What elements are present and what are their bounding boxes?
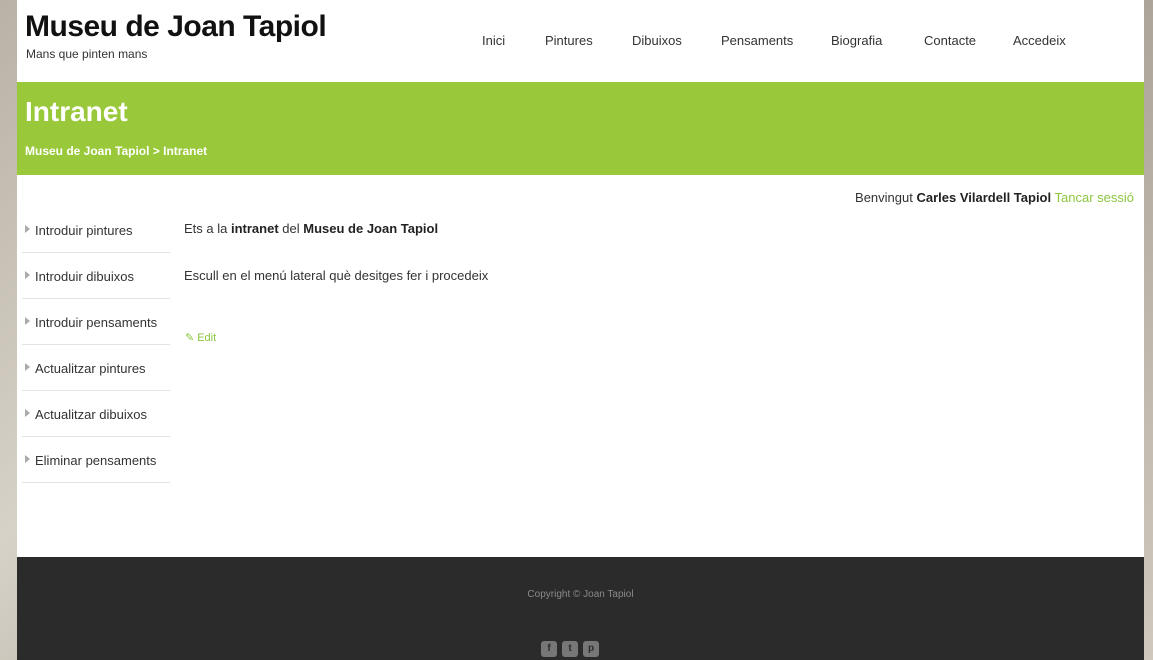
sidebar-item-label: Introduir pintures [35,223,133,238]
sidebar-item-actualitzar-pintures[interactable]: Actualitzar pintures [22,345,170,391]
nav-inici[interactable]: Inici [482,33,505,48]
sidebar-item-label: Eliminar pensaments [35,453,157,468]
sidebar-item-label: Introduir dibuixos [35,269,134,284]
caret-right-icon [25,225,30,233]
user-name: Carles Vilardell Tapiol [916,190,1052,205]
intro-text: Ets a la intranet del Museu de Joan Tapi… [184,221,438,236]
sidebar-item-actualitzar-dibuixos[interactable]: Actualitzar dibuixos [22,391,170,437]
sidebar-item-introduir-pintures[interactable]: Introduir pintures [22,207,170,253]
caret-right-icon [25,363,30,371]
instruction-text: Escull en el menú lateral què desitges f… [184,268,489,283]
sidebar-item-label: Actualitzar pintures [35,361,146,376]
sidebar-item-label: Introduir pensaments [35,315,158,330]
caret-right-icon [25,455,30,463]
site-tagline: Mans que pinten mans [26,47,148,61]
page: Museu de Joan Tapiol Mans que pinten man… [17,0,1144,660]
pencil-icon: ✎ [185,332,195,344]
sidebar-item-introduir-pensaments[interactable]: Introduir pensaments [22,299,170,345]
page-title-band: Intranet Museu de Joan Tapiol > Intranet [17,82,1144,175]
twitter-icon[interactable]: t [562,641,578,657]
sidebar-item-introduir-dibuixos[interactable]: Introduir dibuixos [22,253,170,299]
site-footer: Copyright © Joan Tapiol ftp [17,557,1144,660]
main-content: Ets a la intranet del Museu de Joan Tapi… [184,221,488,283]
welcome-prefix: Benvingut [855,190,913,205]
caret-right-icon [25,409,30,417]
caret-right-icon [25,271,30,279]
page-title: Intranet [25,96,128,127]
welcome-bar: Benvingut Carles Vilardell Tapiol Tancar… [855,190,1134,205]
intro-text-museum: Museu de Joan Tapiol [303,221,439,236]
edit-link[interactable]: ✎ Edit [185,331,216,344]
sidebar-menu: Introduir pintures Introduir dibuixos In… [22,207,170,483]
nav-accedeix[interactable]: Accedeix [1013,33,1066,48]
caret-right-icon [25,317,30,325]
sidebar-item-label: Actualitzar dibuixos [35,407,147,422]
copyright-text: Copyright © Joan Tapiol [527,589,634,600]
social-links: ftp [541,641,604,657]
nav-dibuixos[interactable]: Dibuixos [632,33,682,48]
logout-link[interactable]: Tancar sessió [1055,190,1134,205]
facebook-icon[interactable]: f [541,641,557,657]
sidebar-item-eliminar-pensaments[interactable]: Eliminar pensaments [22,437,170,483]
edit-label: Edit [197,332,217,344]
nav-pensaments[interactable]: Pensaments [721,33,793,48]
intro-text-mid: del [282,221,300,236]
breadcrumb[interactable]: Museu de Joan Tapiol > Intranet [25,144,207,158]
intro-text-intranet: intranet [230,221,279,236]
nav-biografia[interactable]: Biografia [831,33,882,48]
main-nav: Inici Pintures Dibuixos Pensaments Biogr… [17,33,1144,49]
nav-pintures[interactable]: Pintures [545,33,593,48]
nav-contacte[interactable]: Contacte [924,33,976,48]
site-header: Museu de Joan Tapiol Mans que pinten man… [17,0,1144,82]
intro-text-pre: Ets a la [184,221,228,236]
pinterest-icon[interactable]: p [583,641,599,657]
